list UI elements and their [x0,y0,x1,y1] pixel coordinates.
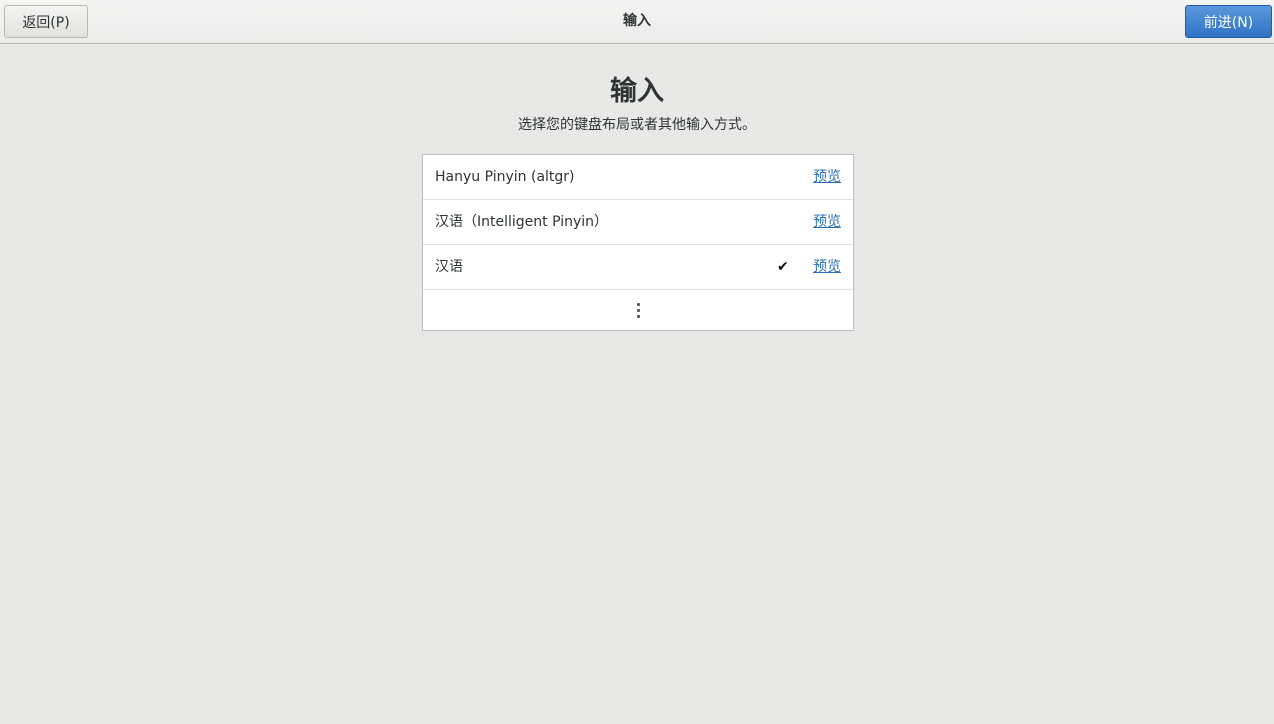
input-source-row[interactable]: Hanyu Pinyin (altgr) 预览 [423,155,853,200]
input-source-row[interactable]: 汉语 ✔ 预览 [423,245,853,290]
input-source-row[interactable]: 汉语（Intelligent Pinyin） 预览 [423,200,853,245]
preview-link[interactable]: 预览 [813,245,841,289]
input-source-label: 汉语（Intelligent Pinyin） [435,214,609,230]
more-vertical-icon [636,302,640,318]
preview-link[interactable]: 预览 [813,155,841,199]
checkmark-icon: ✔ [777,259,789,275]
header-title: 输入 [623,13,651,29]
next-button[interactable]: 前进(N) [1185,5,1272,38]
page-subtitle: 选择您的键盘布局或者其他输入方式。 [518,117,756,133]
preview-link[interactable]: 预览 [813,200,841,244]
more-input-sources-button[interactable] [423,290,853,330]
input-source-list: Hanyu Pinyin (altgr) 预览 汉语（Intelligent P… [422,154,854,331]
input-source-label: Hanyu Pinyin (altgr) [435,169,575,185]
input-source-label: 汉语 [435,259,463,275]
page-title: 输入 [610,76,664,107]
back-button[interactable]: 返回(P) [4,5,88,38]
header-bar: 返回(P) 输入 前进(N) [0,0,1274,44]
